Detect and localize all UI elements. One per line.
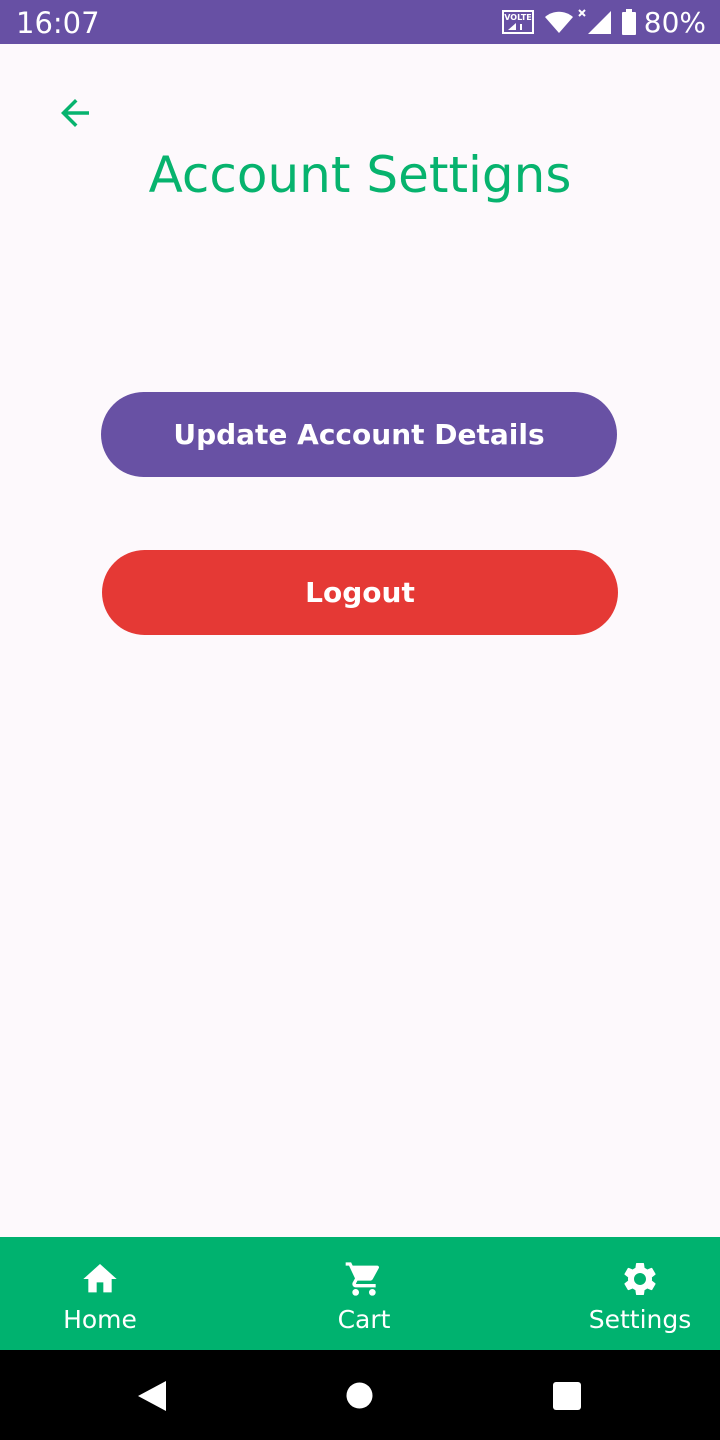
nav-label-cart: Cart: [337, 1305, 391, 1334]
nav-item-settings[interactable]: Settings: [580, 1237, 700, 1350]
status-bar: 16:07 VOLTE 80%: [0, 0, 720, 44]
nav-item-home[interactable]: Home: [40, 1237, 160, 1350]
volte-icon: VOLTE: [501, 10, 534, 34]
home-circle-icon[interactable]: [345, 1381, 374, 1410]
logout-button[interactable]: Logout: [102, 550, 618, 635]
system-navigation-bar: [0, 1350, 720, 1440]
back-arrow-icon[interactable]: [54, 92, 96, 134]
update-account-details-button[interactable]: Update Account Details: [101, 392, 617, 477]
wifi-icon: [544, 11, 573, 33]
recents-square-icon[interactable]: [552, 1381, 582, 1411]
signal-icon: [578, 9, 611, 34]
page-title: Account Settigns: [148, 146, 572, 204]
nav-item-cart[interactable]: Cart: [304, 1237, 424, 1350]
cart-icon: [345, 1262, 380, 1296]
status-icons: VOLTE 80%: [501, 5, 706, 39]
back-triangle-icon[interactable]: [136, 1379, 168, 1413]
nav-label-settings: Settings: [588, 1305, 692, 1334]
battery-icon: [621, 9, 636, 35]
status-time: 16:07: [16, 6, 100, 40]
gear-icon: [624, 1263, 656, 1295]
home-icon: [83, 1264, 117, 1293]
bottom-navigation: Home Cart Settings: [0, 1237, 720, 1350]
battery-level: 80%: [643, 5, 706, 39]
nav-label-home: Home: [63, 1305, 137, 1334]
volte-label: VOLTE: [504, 13, 532, 22]
